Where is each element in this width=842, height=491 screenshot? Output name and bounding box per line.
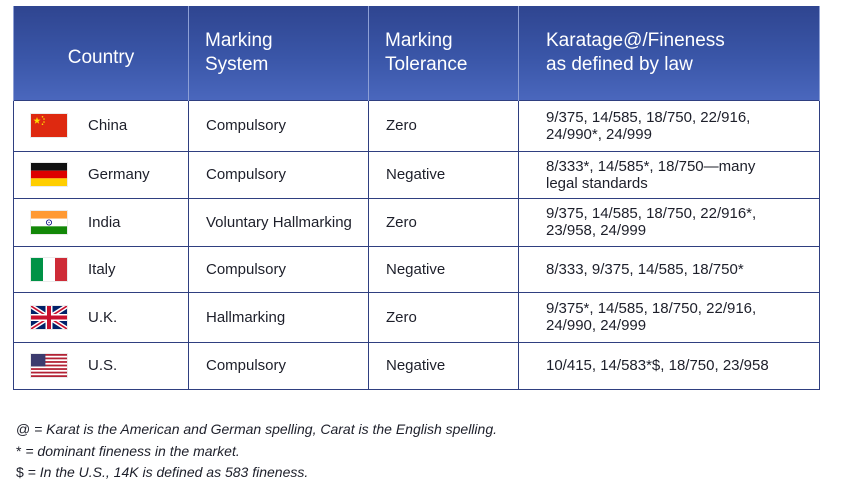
country-name: U.S. — [88, 357, 118, 374]
country-cell: Italy — [13, 245, 189, 293]
country-name: Germany — [88, 166, 150, 183]
fineness-cell: 9/375, 14/585, 18/750, 22/916*, 23/958, 2… — [518, 197, 820, 247]
country-cell: India — [13, 197, 189, 247]
country-cell: Germany — [13, 150, 189, 199]
footnote-dominant-fineness: * = dominant fineness in the market. — [16, 442, 240, 459]
header-fineness: Karatage@/Fineness as defined by law — [518, 6, 820, 100]
marking-tolerance-cell: Zero — [368, 291, 519, 343]
marking-system-cell: Compulsory — [188, 99, 369, 152]
marking-system-cell: Compulsory — [188, 341, 369, 390]
table-row: Italy Compulsory Negative 8/333, 9/375, … — [13, 245, 820, 293]
fineness-cell: 10/415, 14/583*$, 18/750, 23/958 — [518, 341, 820, 390]
table-row: U.K. Hallmarking Zero 9/375*, 14/585, 18… — [13, 291, 820, 343]
country-name: Italy — [88, 260, 116, 278]
germany-flag-icon — [31, 163, 67, 186]
header-country: Country — [13, 6, 189, 100]
marking-tolerance-cell: Negative — [368, 245, 519, 293]
fineness-cell: 8/333*, 14/585*, 18/750—many legal standa… — [518, 150, 820, 199]
fineness-cell: 9/375, 14/585, 18/750, 22/916, 24/990*, 2… — [518, 99, 820, 152]
table-row: India Voluntary Hallmarking Zero 9/375, … — [13, 197, 820, 247]
india-flag-icon — [31, 210, 67, 234]
marking-system-cell: Compulsory — [188, 150, 369, 199]
country-cell: China — [13, 99, 189, 152]
china-flag-icon — [31, 114, 67, 137]
fineness-cell: 8/333, 9/375, 14/585, 18/750* — [518, 245, 820, 293]
table-row: China Compulsory Zero 9/375, 14/585, 18/… — [13, 99, 820, 152]
header-marking-system: Marking System — [188, 6, 369, 100]
country-name: India — [88, 213, 121, 231]
uk-flag-icon — [31, 305, 67, 329]
marking-tolerance-cell: Zero — [368, 197, 519, 247]
table-row: Germany Compulsory Negative 8/333*, 14/5… — [13, 150, 820, 199]
fineness-cell: 9/375*, 14/585, 18/750, 22/916, 24/990, 2… — [518, 291, 820, 343]
fineness-table-container: Country Marking System Marking Tolerance K… — [13, 6, 820, 390]
country-name: China — [88, 117, 128, 134]
table-header-row: Country Marking System Marking Tolerance K… — [13, 6, 820, 100]
footnotes: @ = Karat is the American and German spe… — [16, 419, 497, 484]
fineness-table: Country Marking System Marking Tolerance K… — [13, 6, 820, 390]
marking-tolerance-cell: Negative — [368, 341, 519, 390]
marking-system-cell: Hallmarking — [188, 291, 369, 343]
marking-tolerance-cell: Zero — [368, 99, 519, 152]
header-marking-tolerance: Marking Tolerance — [368, 6, 519, 100]
table-row: U.S. Compulsory Negative 10/415, 14/583*… — [13, 341, 820, 390]
country-cell: U.S. — [13, 341, 189, 390]
marking-system-cell: Compulsory — [188, 245, 369, 293]
marking-tolerance-cell: Negative — [368, 150, 519, 199]
country-cell: U.K. — [13, 291, 189, 343]
us-flag-icon — [31, 354, 67, 377]
italy-flag-icon — [31, 257, 67, 281]
marking-system-cell: Voluntary Hallmarking — [188, 197, 369, 247]
footnote-karat-spelling: @ = Karat is the American and German spe… — [16, 421, 497, 437]
country-name: U.K. — [88, 308, 118, 326]
footnote-us-14k: $ = In the U.S., 14K is defined as 583 f… — [16, 464, 309, 480]
